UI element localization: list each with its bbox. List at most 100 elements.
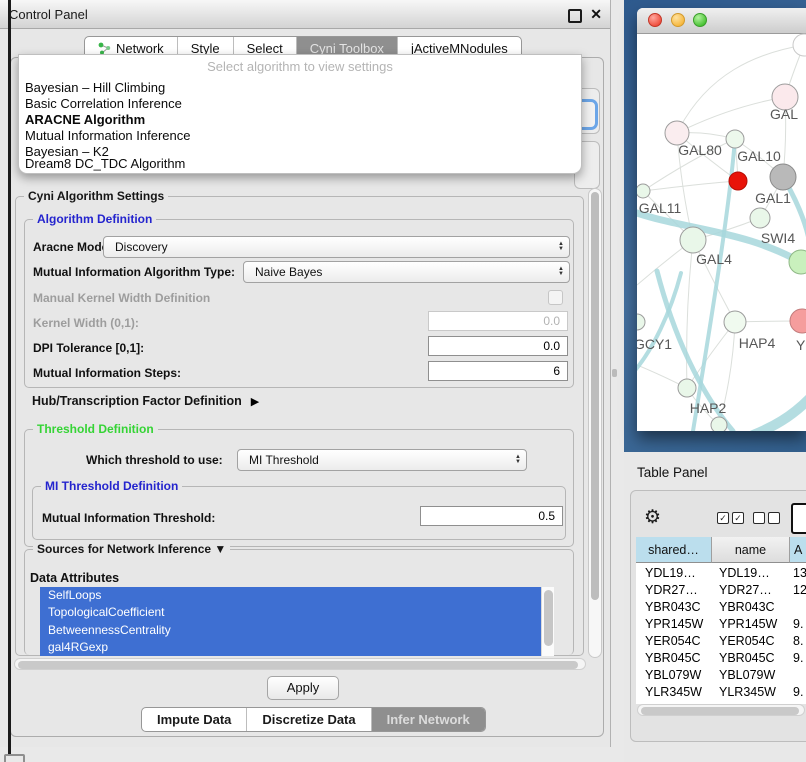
aracne-mode-select[interactable]: Discovery ▲▼ xyxy=(103,236,570,258)
mi-steps-label: Mutual Information Steps: xyxy=(33,366,181,380)
network-window: GAL GAL80 GAL10 GAL1 GAL11 GAL4 SWI4 GCY… xyxy=(637,8,806,431)
spinner-arrows-icon: ▲▼ xyxy=(558,242,564,252)
table-horizontal-scrollbar[interactable] xyxy=(637,704,805,716)
screen: Control Panel ✕ Network Style Select Cyn… xyxy=(0,0,806,762)
node-gal11[interactable] xyxy=(637,184,650,198)
which-threshold-select[interactable]: MI Threshold ▲▼ xyxy=(237,449,527,471)
network-canvas[interactable]: GAL GAL80 GAL10 GAL1 GAL11 GAL4 SWI4 GCY… xyxy=(637,33,806,431)
node-label: GAL4 xyxy=(696,251,732,267)
table-row[interactable]: YBR045CYBR045C9. xyxy=(636,650,806,667)
column-header-partial[interactable]: A xyxy=(790,537,806,563)
table-row[interactable]: YLR345WYLR345W9. xyxy=(636,684,806,701)
node-gal4[interactable] xyxy=(680,227,706,253)
manual-kernel-label: Manual Kernel Width Definition xyxy=(33,291,210,305)
node-label: HAP2 xyxy=(690,400,727,416)
node-label: GCY1 xyxy=(637,336,672,352)
collapse-down-icon: ▼ xyxy=(214,542,226,556)
group-title: Threshold Definition xyxy=(33,422,158,436)
sources-collapser[interactable]: Sources for Network Inference ▼ xyxy=(33,542,230,556)
which-threshold-label: Which threshold to use: xyxy=(86,453,223,467)
gear-icon[interactable]: ⚙ xyxy=(644,506,661,529)
group-title: MI Threshold Definition xyxy=(41,479,182,493)
column-header-name[interactable]: name xyxy=(712,537,790,563)
table-row[interactable]: YPR145WYPR145W9. xyxy=(636,616,806,633)
minimized-window-icon[interactable] xyxy=(4,754,25,762)
data-attributes-label: Data Attributes xyxy=(30,571,119,585)
tab-infer-network[interactable]: Infer Network xyxy=(371,708,485,731)
scrollbar-thumb[interactable] xyxy=(641,707,799,715)
settings-horizontal-scrollbar[interactable] xyxy=(14,658,586,670)
node-hap4[interactable] xyxy=(724,311,746,333)
mi-threshold-label: Mutual Information Threshold: xyxy=(42,511,215,525)
float-window-icon[interactable] xyxy=(568,9,582,23)
algorithm-popup: Select algorithm to view settings Bayesi… xyxy=(18,54,582,174)
mi-threshold-field[interactable]: 0.5 xyxy=(420,506,563,526)
scrollbar-thumb[interactable] xyxy=(18,661,578,669)
settings-vertical-scrollbar[interactable] xyxy=(588,188,602,658)
network-labels: GAL GAL80 GAL10 GAL1 GAL11 GAL4 SWI4 GCY… xyxy=(637,106,806,416)
unchecked-checkbox-icon[interactable] xyxy=(753,512,765,524)
control-panel-titlebar: Control Panel ✕ xyxy=(0,0,610,29)
node-gray[interactable] xyxy=(770,164,796,190)
node-red[interactable] xyxy=(729,172,747,190)
node-label: Y xyxy=(796,337,806,353)
table-row[interactable]: YER054CYER054C8. xyxy=(636,633,806,650)
node-label: SWI4 xyxy=(761,230,795,246)
table-row[interactable]: YBL079WYBL079W xyxy=(636,667,806,684)
list-item[interactable]: TopologicalCoefficient xyxy=(40,604,553,621)
attributes-scrollbar[interactable] xyxy=(541,587,554,656)
panel-divider-handle[interactable] xyxy=(612,369,617,377)
node-y-partial[interactable] xyxy=(790,309,806,333)
node-table: shared… name A YDL19…YDL19…13 YDR27…YDR2… xyxy=(636,537,806,704)
dpi-tolerance-field[interactable]: 0.0 xyxy=(428,336,568,356)
node-label: HAP4 xyxy=(739,335,776,351)
group-title: Cyni Algorithm Settings xyxy=(24,189,168,203)
algorithm-option[interactable]: Bayesian – Hill Climbing xyxy=(25,80,165,95)
node-gal1[interactable] xyxy=(750,208,770,228)
algorithm-option[interactable]: Mutual Information Inference xyxy=(25,128,190,143)
minimize-traffic-icon[interactable] xyxy=(671,13,685,27)
scrollbar-thumb[interactable] xyxy=(544,590,553,646)
popup-prompt: Select algorithm to view settings xyxy=(19,59,581,74)
mi-type-select[interactable]: Naive Bayes ▲▼ xyxy=(243,261,570,283)
kernel-width-label: Kernel Width (0,1): xyxy=(33,316,139,330)
list-item[interactable]: BetweennessCentrality xyxy=(40,622,553,639)
algorithm-option-selected[interactable]: ARACNE Algorithm xyxy=(25,112,145,127)
apply-button[interactable]: Apply xyxy=(267,676,339,700)
scrollbar-thumb[interactable] xyxy=(591,192,599,600)
mi-steps-field[interactable]: 6 xyxy=(428,361,568,381)
table-panel-title: Table Panel xyxy=(637,465,708,480)
node-unlabeled-bottom[interactable] xyxy=(711,417,727,431)
tab-discretize-data[interactable]: Discretize Data xyxy=(246,708,370,731)
close-traffic-icon[interactable] xyxy=(648,13,662,27)
table-icon[interactable] xyxy=(791,503,806,534)
group-title: Algorithm Definition xyxy=(33,212,156,226)
tab-impute-data[interactable]: Impute Data xyxy=(142,708,246,731)
checked-checkbox-icon[interactable]: ✓ xyxy=(732,512,744,524)
spinner-arrows-icon: ▲▼ xyxy=(515,455,521,465)
node-gcy1[interactable] xyxy=(637,314,645,330)
manual-kernel-checkbox[interactable] xyxy=(548,290,563,305)
node-label: GAL11 xyxy=(639,200,682,216)
collapse-right-icon: ▶ xyxy=(251,395,259,408)
unchecked-checkbox-icon[interactable] xyxy=(768,512,780,524)
table-row[interactable]: YDL19…YDL19…13 xyxy=(636,565,806,582)
aracne-mode-label: Aracne Mode: xyxy=(33,240,112,254)
list-item[interactable]: gal4RGexp xyxy=(40,639,553,656)
panel-title: Control Panel xyxy=(9,7,88,22)
network-icon xyxy=(98,42,111,55)
zoom-traffic-icon[interactable] xyxy=(693,13,707,27)
node-unlabeled[interactable] xyxy=(793,34,806,56)
node-gal10[interactable] xyxy=(726,130,744,148)
column-header-shared[interactable]: shared… xyxy=(636,537,712,563)
hub-factor-expander[interactable]: Hub/Transcription Factor Definition ▶ xyxy=(32,394,259,408)
table-row[interactable]: YDR27…YDR27…12 xyxy=(636,582,806,599)
node-hap2[interactable] xyxy=(678,379,696,397)
close-icon[interactable]: ✕ xyxy=(590,6,602,23)
algorithm-option[interactable]: Dream8 DC_TDC Algorithm xyxy=(25,156,185,171)
list-item[interactable]: SelfLoops xyxy=(40,587,553,604)
table-row[interactable]: YBR043CYBR043C xyxy=(636,599,806,616)
kernel-width-field[interactable]: 0.0 xyxy=(428,311,568,331)
checked-checkbox-icon[interactable]: ✓ xyxy=(717,512,729,524)
algorithm-option[interactable]: Basic Correlation Inference xyxy=(25,96,182,111)
